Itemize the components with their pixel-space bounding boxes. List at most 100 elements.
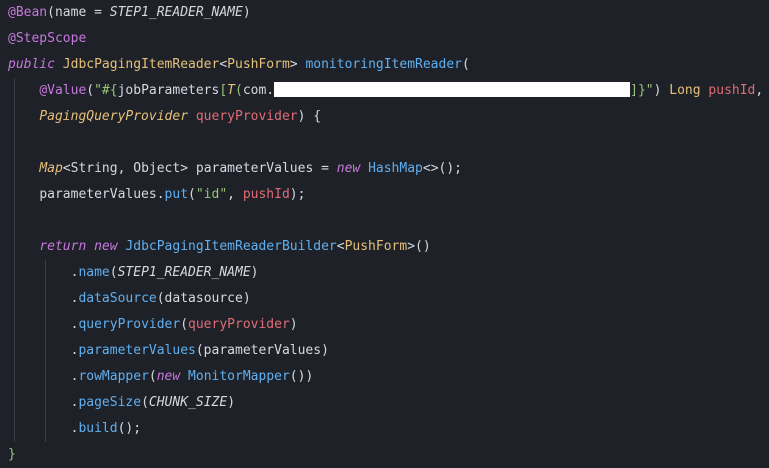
code-line: .build(); [8, 416, 141, 442]
code-token: (datasource) [156, 291, 251, 306]
code-token: > parameterValues = [180, 161, 337, 176]
code-token: ) [289, 317, 298, 332]
code-token: new [156, 369, 181, 384]
code-token: ( [188, 187, 196, 202]
code-token: ) [242, 5, 251, 20]
code-line: return new JdbcPagingItemReaderBuilder<P… [8, 234, 431, 260]
code-token: JdbcPagingItemReader [62, 57, 220, 72]
code-line: .name(STEP1_READER_NAME) [8, 260, 259, 286]
code-token: queryProvider [195, 109, 298, 124]
code-token: JdbcPagingItemReaderBuilder [125, 239, 337, 254]
code-token: queryProvider [78, 317, 181, 332]
code-token: } [8, 447, 16, 462]
code-token: new [336, 161, 361, 176]
code-token: rowMapper [78, 369, 149, 384]
code-token: ()) [289, 369, 314, 384]
code-token: < [62, 161, 71, 176]
code-line: .dataSource(datasource) [8, 286, 251, 312]
code-token: new [94, 239, 118, 254]
code-token: (); [117, 421, 142, 436]
code-token: pageSize [78, 395, 142, 410]
code-line: @StepScope [8, 26, 86, 52]
code-token: PagingQueryProvider [39, 109, 189, 124]
code-token: > [289, 57, 306, 72]
code-token: monitoringItemReader [305, 57, 462, 72]
code-token: , [755, 83, 764, 98]
code-token: PushForm [227, 57, 290, 72]
code-token: name [78, 265, 110, 280]
code-token: parameterValues [78, 343, 196, 358]
code-token: ( [462, 57, 470, 72]
code-token: "#{ [94, 83, 118, 98]
code-token: CHUNK_SIZE [148, 395, 228, 410]
code-token: build [78, 421, 118, 436]
code-token: pushId [242, 187, 290, 202]
code-line: PagingQueryProvider queryProvider) { [8, 104, 321, 130]
code-token: queryProvider [188, 317, 290, 332]
code-editor[interactable]: @Bean(name = STEP1_READER_NAME) @StepScop… [0, 0, 769, 465]
code-token: put [164, 187, 189, 202]
code-token: ( [148, 369, 157, 384]
code-token: ); [289, 187, 306, 202]
code-token: T [227, 83, 235, 98]
code-token: @StepScope [8, 31, 87, 46]
code-token: @Bean [8, 5, 48, 20]
code-token: <>(); [422, 161, 463, 176]
code-line: @Value("#{jobParameters[T(com.]}") Long … [8, 78, 763, 104]
code-token: ) [227, 395, 236, 410]
code-token: STEP1_READER_NAME [109, 5, 243, 20]
code-token: Map [39, 161, 63, 176]
code-token: ( [86, 83, 95, 98]
code-token: (parameterValues) [195, 343, 329, 358]
code-token: < [336, 239, 345, 254]
code-token: com. [242, 83, 275, 98]
code-line: Map<String, Object> parameterValues = ne… [8, 156, 462, 182]
code-token: >() [407, 239, 431, 254]
code-token: ) [250, 265, 259, 280]
code-token: return [39, 239, 87, 254]
code-token: [ [219, 83, 228, 98]
code-token: "id" [195, 187, 228, 202]
code-line: } [8, 442, 16, 468]
code-token: HashMap [368, 161, 423, 176]
code-token: ) { [297, 109, 322, 124]
code-token: jobParameters [117, 83, 220, 98]
code-token: ) [653, 83, 670, 98]
code-token: String [70, 161, 118, 176]
code-token: ]}" [630, 83, 654, 98]
code-token: ( [180, 317, 189, 332]
code-token: (name = [47, 5, 110, 20]
code-line: public JdbcPagingItemReader<PushForm> mo… [8, 52, 470, 78]
code-token: @Value [39, 83, 87, 98]
code-line: .pageSize(CHUNK_SIZE) [8, 390, 235, 416]
redacted-block [274, 82, 631, 97]
code-token: pushId [708, 83, 756, 98]
code-token: Long [669, 83, 701, 98]
code-line: @Bean(name = STEP1_READER_NAME) [8, 0, 251, 26]
code-line: .parameterValues(parameterValues) [8, 338, 329, 364]
code-line: parameterValues.put("id", pushId); [8, 182, 305, 208]
code-token: dataSource [78, 291, 157, 306]
code-token: ( [109, 265, 118, 280]
code-token: ( [235, 83, 243, 98]
code-token: ( [141, 395, 149, 410]
code-token: , [227, 187, 243, 202]
code-token: MonitorMapper [188, 369, 290, 384]
code-token: public [8, 57, 55, 72]
